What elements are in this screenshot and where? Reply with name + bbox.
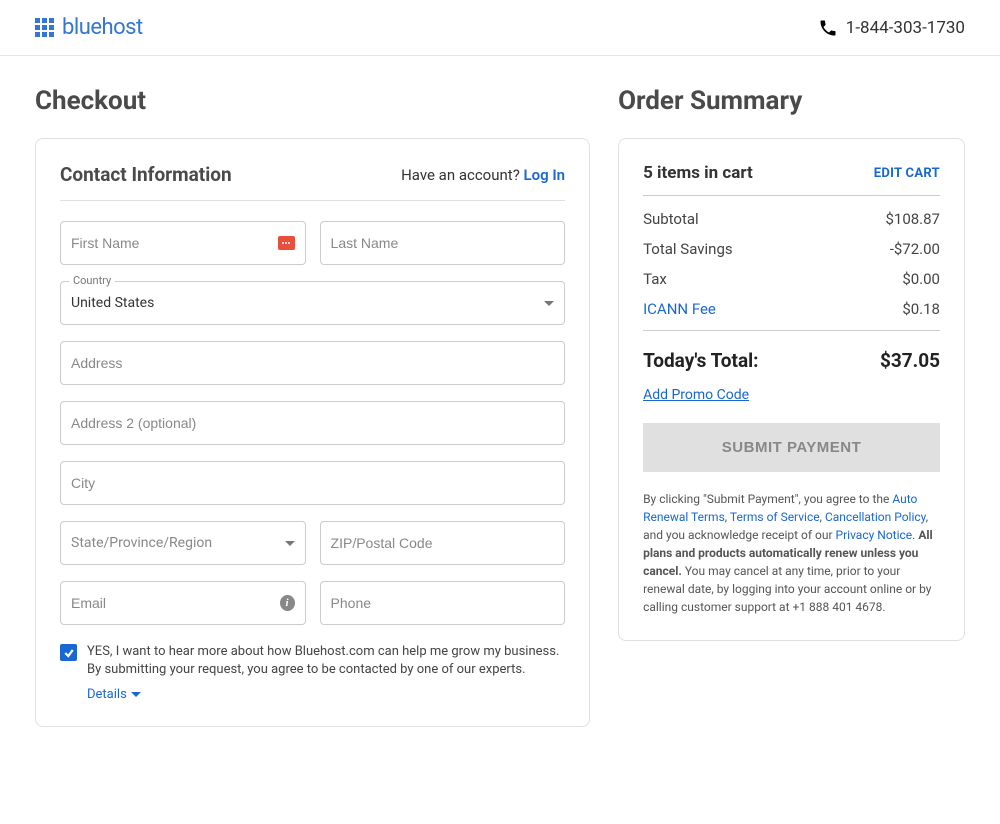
address-field[interactable]	[60, 341, 565, 385]
info-icon[interactable]: i	[280, 595, 295, 611]
chevron-down-icon	[285, 541, 295, 546]
address2-field[interactable]	[60, 401, 565, 445]
first-name-input[interactable]	[71, 235, 278, 251]
state-placeholder: State/Province/Region	[71, 535, 212, 551]
summary-card: 5 items in cart EDIT CART Subtotal$108.8…	[618, 138, 965, 641]
phone-icon	[818, 18, 838, 38]
page-title: Checkout	[35, 86, 590, 116]
address-input[interactable]	[71, 355, 554, 371]
savings-line: Total Savings-$72.00	[643, 240, 940, 258]
city-input[interactable]	[71, 475, 554, 491]
logo-grid-icon	[35, 18, 54, 37]
first-name-field[interactable]	[60, 221, 306, 265]
summary-title: Order Summary	[618, 86, 965, 116]
edit-cart-link[interactable]: EDIT CART	[874, 166, 940, 181]
brand-name: bluehost	[62, 15, 143, 40]
details-toggle[interactable]: Details	[87, 687, 141, 702]
logo[interactable]: bluehost	[35, 15, 143, 40]
country-label: Country	[69, 274, 115, 287]
check-icon	[63, 647, 75, 659]
cancel-policy-link[interactable]: Cancellation Policy	[825, 510, 926, 524]
email-input[interactable]	[71, 595, 280, 611]
address2-input[interactable]	[71, 415, 554, 431]
account-prompt: Have an account? Log In	[401, 166, 565, 184]
chevron-down-icon	[544, 301, 554, 306]
divider	[643, 330, 940, 331]
contact-heading: Contact Information	[60, 163, 232, 186]
total-line: Today's Total:$37.05	[643, 349, 940, 372]
phone-input[interactable]	[331, 595, 555, 611]
optin-text: YES, I want to hear more about how Blueh…	[87, 643, 565, 679]
promo-link[interactable]: Add Promo Code	[643, 387, 749, 403]
phone-field[interactable]	[320, 581, 566, 625]
icann-link[interactable]: ICANN Fee	[643, 300, 716, 318]
tos-link[interactable]: Terms of Service	[730, 510, 820, 524]
optin-checkbox[interactable]	[60, 644, 77, 661]
cart-count: 5 items in cart	[643, 163, 753, 183]
email-field[interactable]: i	[60, 581, 306, 625]
country-value: United States	[71, 295, 154, 311]
country-select[interactable]: Country United States	[60, 281, 565, 325]
legal-text: By clicking "Submit Payment", you agree …	[643, 490, 940, 616]
city-field[interactable]	[60, 461, 565, 505]
tax-line: Tax$0.00	[643, 270, 940, 288]
login-link[interactable]: Log In	[524, 166, 566, 184]
chevron-down-icon	[131, 692, 141, 697]
phone-number[interactable]: 1-844-303-1730	[818, 18, 965, 38]
last-name-input[interactable]	[331, 235, 555, 251]
subtotal-line: Subtotal$108.87	[643, 210, 940, 228]
phone-text: 1-844-303-1730	[846, 18, 965, 38]
privacy-link[interactable]: Privacy Notice	[836, 528, 913, 542]
state-select[interactable]: State/Province/Region	[60, 521, 306, 565]
icann-line: ICANN Fee$0.18	[643, 300, 940, 318]
zip-input[interactable]	[331, 535, 555, 551]
last-name-field[interactable]	[320, 221, 566, 265]
zip-field[interactable]	[320, 521, 566, 565]
contact-card: Contact Information Have an account? Log…	[35, 138, 590, 727]
header: bluehost 1-844-303-1730	[0, 0, 1000, 56]
submit-payment-button[interactable]: SUBMIT PAYMENT	[643, 423, 940, 472]
password-manager-icon[interactable]	[278, 236, 295, 250]
